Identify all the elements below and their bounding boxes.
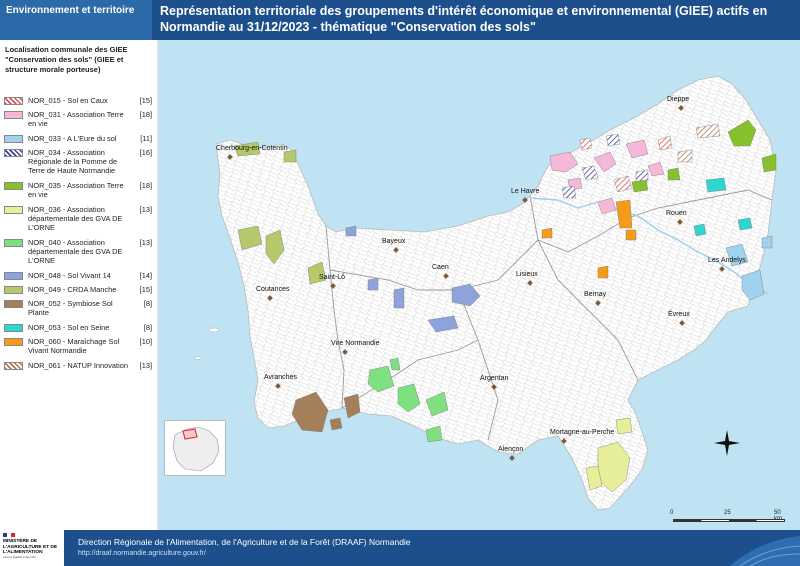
ministry-logo: MINISTÈRE DE L'AGRICULTURE ET DE L'ALIME…	[0, 530, 64, 566]
legend-item: NOR_052 - Symbiose Sol Plante [8]	[4, 299, 156, 323]
legend-label: NOR_060 - Maraîchage Sol Vivant Normandi…	[28, 337, 120, 355]
legend-item: NOR_034 - Association Régionale de la Po…	[4, 148, 156, 181]
republic-motto: Liberté Égalité Fraternité	[3, 554, 36, 559]
legend-count: [13]	[139, 238, 152, 247]
legend-count: [10]	[139, 337, 152, 346]
scale-tick-0: 0	[670, 510, 674, 516]
city-label: Argentan	[480, 375, 509, 382]
city-label: Bayeux	[382, 238, 406, 245]
legend-label: NOR_049 - CRDA Manche	[28, 285, 117, 294]
city-label: Dieppe	[667, 96, 690, 103]
legend-list: NOR_015 - Sol en Caux [15] NOR_031 - Assoc…	[4, 96, 156, 375]
city-label: Bernay	[584, 291, 607, 298]
legend-item: NOR_033 - A L'Eure du sol [11]	[4, 134, 156, 148]
theme-label: Environnement et territoire	[0, 0, 152, 40]
france-inset-map	[164, 420, 226, 476]
footer-decoration	[730, 536, 800, 566]
legend-label: NOR_036 - Association départementale des…	[28, 205, 123, 232]
legend-swatch	[4, 338, 23, 346]
legend-label: NOR_048 - Sol Vivant 14	[28, 271, 111, 280]
marianne-flag-icon	[3, 533, 15, 537]
legend-swatch	[4, 149, 23, 157]
legend-swatch	[4, 286, 23, 294]
legend-item: NOR_031 - Association Terre en vie [18]	[4, 110, 156, 134]
legend-item: NOR_049 - CRDA Manche [15]	[4, 285, 156, 299]
legend-swatch	[4, 272, 23, 280]
legend-swatch	[4, 182, 23, 190]
legend-title: Localisation communale des GIEE "Conserv…	[5, 45, 128, 74]
scale-tick-25: 25	[724, 510, 731, 516]
legend-count: [13]	[139, 205, 152, 214]
city-label: Avranches	[264, 374, 297, 381]
legend-count: [15]	[139, 96, 152, 105]
legend-swatch	[4, 111, 23, 119]
north-arrow-icon	[714, 430, 740, 456]
legend-swatch	[4, 239, 23, 247]
legend-swatch	[4, 300, 23, 308]
legend-count: [18]	[139, 181, 152, 190]
city-label: Lisieux	[516, 271, 538, 278]
map-area[interactable]: Dieppe Cherbourg-en-Cotentin Le Havre Rouen…	[158, 40, 800, 530]
city-label: Vire Normandie	[331, 340, 380, 347]
legend-swatch	[4, 324, 23, 332]
legend-item: NOR_053 - Sol en Seine [8]	[4, 323, 156, 337]
legend-item: NOR_035 - Association Terre en vie [18]	[4, 181, 156, 205]
legend-count: [15]	[139, 285, 152, 294]
legend-count: [18]	[139, 110, 152, 119]
legend-swatch	[4, 206, 23, 214]
legend-item: NOR_060 - Maraîchage Sol Vivant Normandi…	[4, 337, 156, 361]
legend-count: [8]	[143, 299, 152, 308]
city-label: Alençon	[498, 446, 524, 453]
legend-label: NOR_035 - Association Terre en vie	[28, 181, 124, 199]
header: Environnement et territoire Représentati…	[0, 0, 800, 40]
legend-count: [14]	[139, 271, 152, 280]
legend-item: NOR_036 - Association départementale des…	[4, 205, 156, 238]
organization-url[interactable]: http://draaf.normandie.agriculture.gouv.…	[78, 550, 206, 557]
city-label: Cherbourg-en-Cotentin	[216, 145, 288, 152]
city-label: Le Havre	[511, 188, 540, 195]
city-label: Les Andelys	[708, 257, 746, 264]
legend-label: NOR_031 - Association Terre en vie	[28, 110, 124, 128]
city-label: Mortagne-au-Perche	[550, 429, 615, 436]
city-label: Coutances	[256, 286, 290, 293]
city-label: Saint-Lô	[319, 274, 346, 281]
map-title: Représentation territoriale des groupeme…	[160, 4, 768, 34]
legend-label: NOR_052 - Symbiose Sol Plante	[28, 299, 113, 317]
legend-item: NOR_048 - Sol Vivant 14 [14]	[4, 271, 156, 285]
legend-label: NOR_061 - NATUP Innovation	[28, 361, 128, 370]
city-label: Évreux	[668, 311, 690, 318]
legend-label: NOR_053 - Sol en Seine	[28, 323, 110, 332]
scale-bar: 0 25 50 km	[670, 510, 790, 528]
normandy-map	[194, 75, 777, 511]
legend-count: [13]	[139, 361, 152, 370]
legend-count: [16]	[139, 148, 152, 157]
city-label: Rouen	[666, 210, 687, 217]
legend-item: NOR_061 - NATUP Innovation [13]	[4, 361, 156, 375]
legend-swatch	[4, 97, 23, 105]
commune-boundaries	[216, 76, 776, 510]
legend-count: [11]	[140, 134, 152, 143]
legend-panel: Localisation communale des GIEE "Conserv…	[0, 40, 159, 561]
organization-name: Direction Régionale de l'Alimentation, d…	[78, 537, 411, 547]
legend-swatch	[4, 362, 23, 370]
legend-item: NOR_015 - Sol en Caux [15]	[4, 96, 156, 110]
legend-label: NOR_033 - A L'Eure du sol	[28, 134, 117, 143]
legend-item: NOR_040 - Association départementale des…	[4, 238, 156, 271]
ministry-name: MINISTÈRE DE L'AGRICULTURE ET DE L'ALIME…	[3, 539, 58, 556]
legend-label: NOR_015 - Sol en Caux	[28, 96, 108, 105]
city-label: Caen	[432, 264, 449, 271]
footer: MINISTÈRE DE L'AGRICULTURE ET DE L'ALIME…	[0, 530, 800, 566]
legend-label: NOR_040 - Association départementale des…	[28, 238, 123, 265]
legend-label: NOR_034 - Association Régionale de la Po…	[28, 148, 118, 175]
legend-swatch	[4, 135, 23, 143]
legend-count: [8]	[143, 323, 152, 332]
